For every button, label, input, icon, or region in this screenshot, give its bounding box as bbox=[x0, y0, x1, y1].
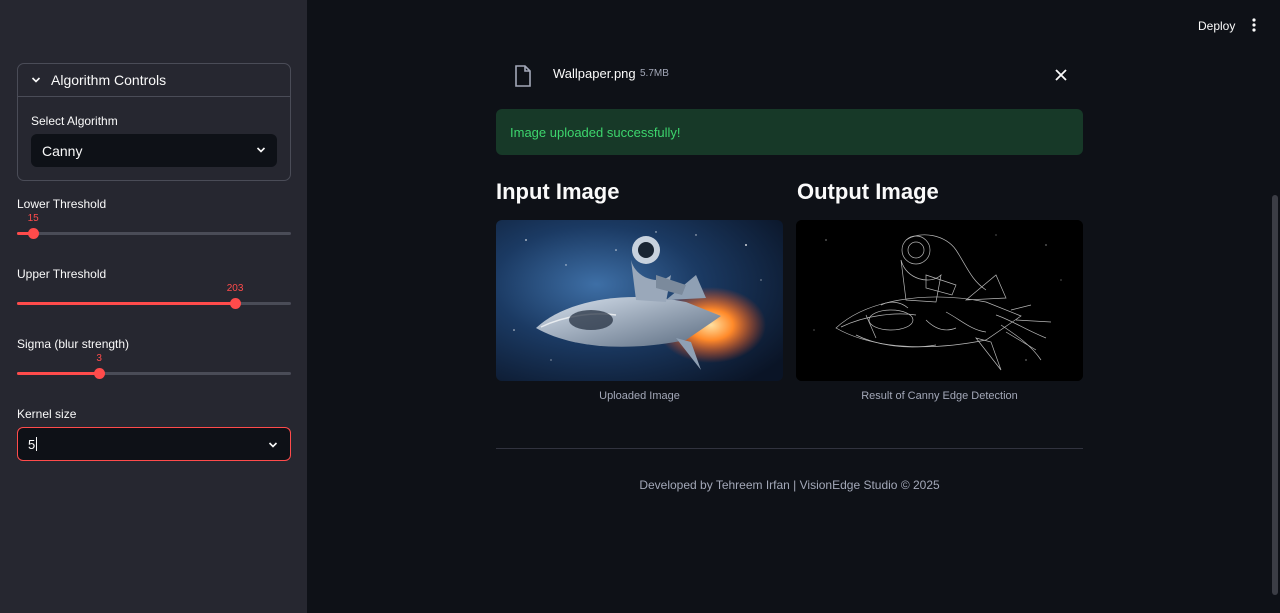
expander-header[interactable]: Algorithm Controls bbox=[18, 64, 290, 97]
lower-threshold-slider[interactable]: 15 bbox=[17, 213, 291, 243]
sigma-label: Sigma (blur strength) bbox=[17, 337, 130, 351]
footer-divider bbox=[496, 448, 1083, 449]
close-icon[interactable] bbox=[1054, 68, 1068, 82]
sigma-value: 3 bbox=[96, 353, 102, 364]
file-size: 5.7MB bbox=[640, 68, 669, 79]
lower-threshold-label: Lower Threshold bbox=[17, 197, 107, 211]
chevron-down-icon bbox=[31, 77, 41, 83]
success-alert: Image uploaded successfully! bbox=[496, 109, 1083, 155]
output-image bbox=[796, 220, 1083, 381]
chevron-down-icon bbox=[256, 147, 266, 153]
upper-threshold-label: Upper Threshold bbox=[17, 267, 107, 281]
main-scrollbar[interactable] bbox=[1272, 195, 1278, 595]
deploy-button[interactable]: Deploy bbox=[1190, 16, 1243, 36]
file-name: Wallpaper.png bbox=[553, 66, 636, 81]
upper-threshold-value: 203 bbox=[226, 283, 244, 294]
uploaded-file-row: Wallpaper.png 5.7MB bbox=[496, 60, 1083, 90]
input-image-title: Input Image bbox=[496, 179, 620, 204]
output-image-title: Output Image bbox=[797, 179, 939, 204]
footer-text: Developed by Tehreem Irfan | VisionEdge … bbox=[639, 478, 940, 492]
file-icon bbox=[515, 65, 531, 87]
upper-threshold-slider[interactable]: 203 bbox=[17, 283, 291, 313]
slider-thumb[interactable] bbox=[28, 228, 40, 239]
more-vertical-icon[interactable] bbox=[1248, 17, 1260, 35]
kernel-size-select[interactable]: 5 bbox=[17, 427, 291, 461]
algorithm-select-value: Canny bbox=[42, 142, 83, 159]
sidebar: Algorithm Controls Select Algorithm Cann… bbox=[0, 0, 307, 613]
expander-title: Algorithm Controls bbox=[51, 72, 167, 88]
kernel-size-value: 5 bbox=[28, 436, 36, 452]
input-image bbox=[496, 220, 783, 381]
kernel-size-label: Kernel size bbox=[17, 407, 77, 421]
chevron-down-icon bbox=[268, 442, 278, 448]
text-caret bbox=[36, 437, 38, 451]
output-image-caption: Result of Canny Edge Detection bbox=[861, 390, 1018, 402]
algorithm-controls-expander: Algorithm Controls Select Algorithm Cann… bbox=[17, 63, 291, 181]
lower-threshold-value: 15 bbox=[27, 213, 39, 224]
slider-thumb[interactable] bbox=[94, 368, 106, 379]
success-message: Image uploaded successfully! bbox=[510, 124, 681, 140]
slider-fill bbox=[17, 372, 100, 375]
slider-fill bbox=[17, 302, 236, 305]
slider-thumb[interactable] bbox=[230, 298, 242, 309]
select-algorithm-label: Select Algorithm bbox=[31, 114, 118, 128]
slider-track bbox=[17, 232, 291, 235]
sigma-slider[interactable]: 3 bbox=[17, 353, 291, 383]
input-image-caption: Uploaded Image bbox=[599, 390, 680, 402]
algorithm-select[interactable]: Canny bbox=[31, 134, 277, 167]
